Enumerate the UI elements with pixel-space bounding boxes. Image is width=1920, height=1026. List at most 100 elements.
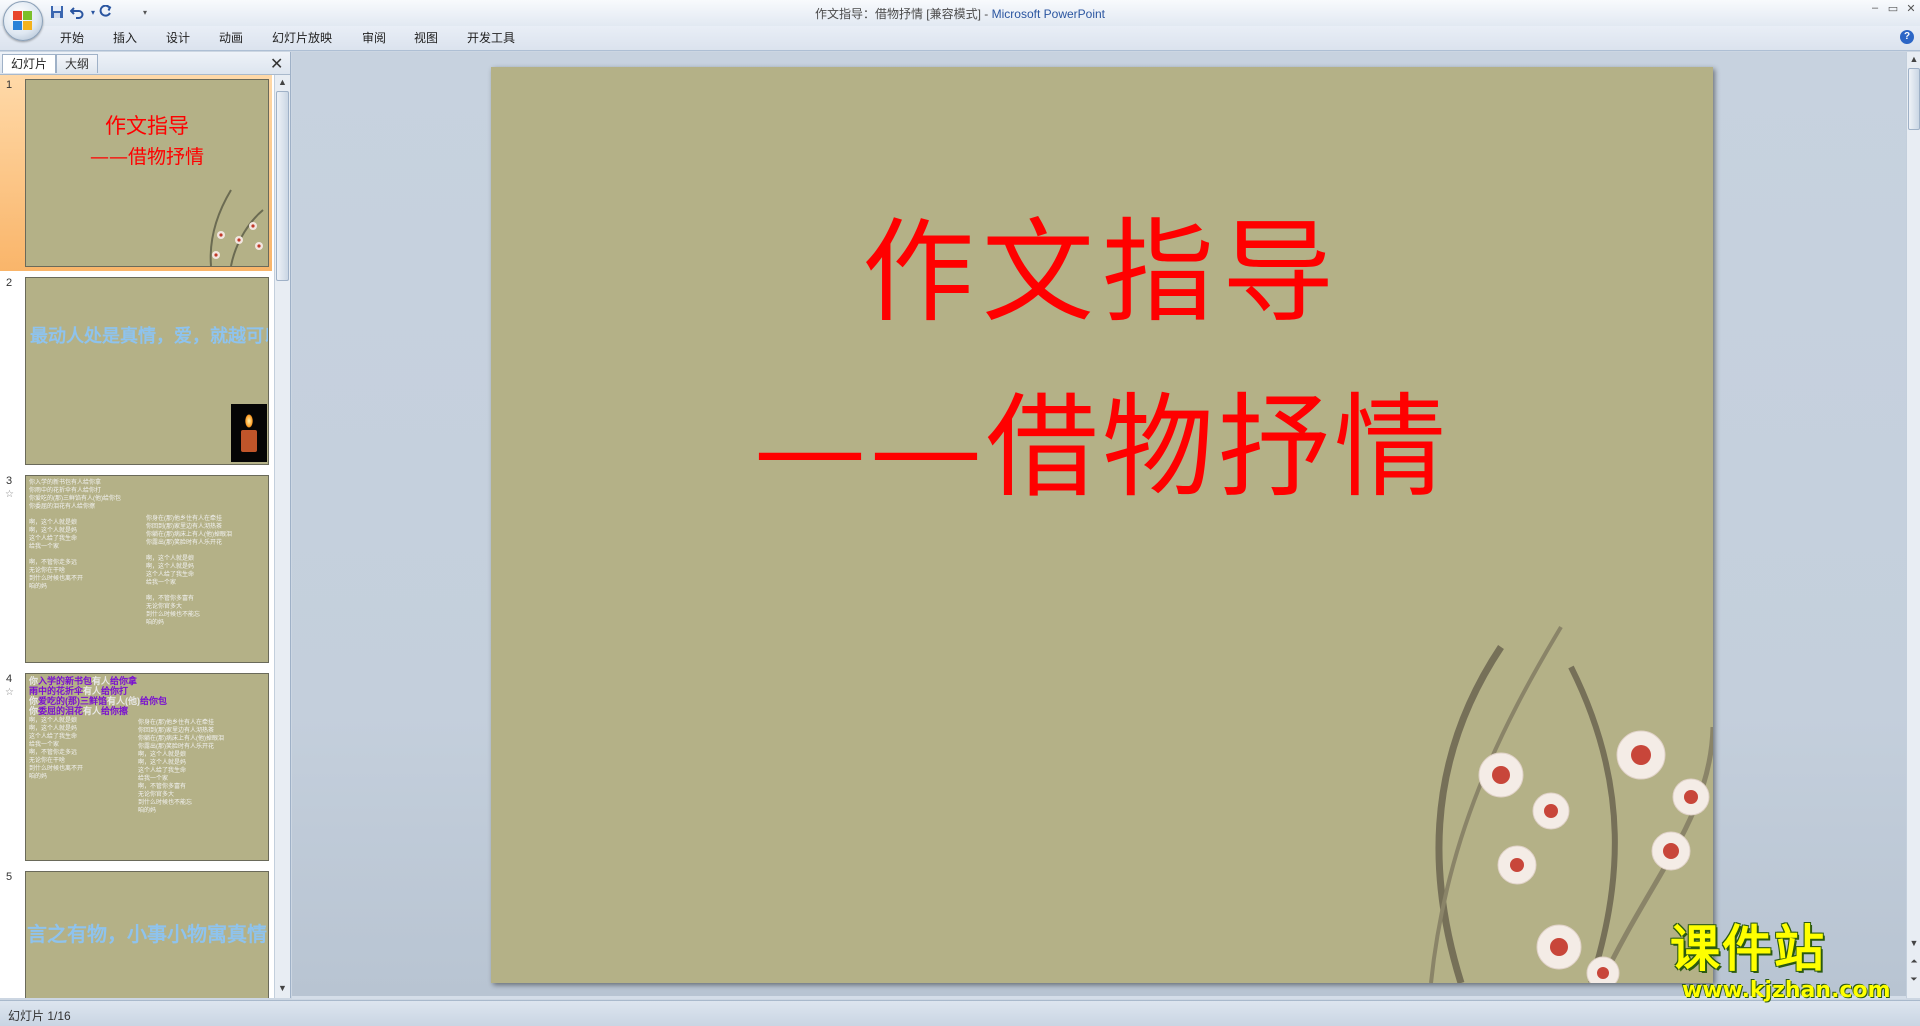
thumbnail-text-part: 有人 — [92, 676, 111, 686]
tab-slides[interactable]: 幻灯片 — [2, 54, 57, 73]
slide-canvas[interactable]: 作文指导 ——借物抒情 — [491, 67, 1713, 983]
blossom-decoration-icon — [209, 189, 264, 266]
tab-outline[interactable]: 大纲 — [56, 54, 99, 73]
thumbnail-line: 你露出(那)笑脸时有人乐开花 — [146, 540, 222, 546]
thumbnail-line: 你委屈的泪花有人给你擦 — [29, 504, 96, 510]
thumbnail-line: 无论你在干啥 — [29, 568, 66, 574]
tab-developer[interactable]: 开发工具 — [467, 29, 515, 46]
thumbnail-list: 1 作文指导 ——借物抒情 2 最动人处是真情，爱，就越可以常写常新。 — [0, 75, 272, 998]
scroll-down-icon[interactable]: ▼ — [275, 983, 290, 993]
thumbnail-text-part: 雨中的花折伞 — [29, 686, 84, 696]
scroll-up-icon[interactable]: ▲ — [275, 77, 290, 87]
animation-star-icon: ☆ — [5, 687, 14, 698]
thumbnail-highlight-line: 你委屈的泪花有人给你擦 — [29, 706, 128, 716]
thumbnail-line: 给我一个家 — [138, 776, 169, 782]
thumbnail-text-part: 你 — [29, 706, 39, 716]
slide-title[interactable]: 作文指导 — [491, 217, 1713, 329]
main-scrollbar[interactable]: ▲ ▼ ⏶ ⏷ — [1906, 52, 1920, 998]
thumbnail-row-5[interactable]: 5 言之有物，小事小物寓真情 — [0, 867, 272, 998]
thumbnail-line: 你身在(那)他乡住有人在牵挂 — [138, 720, 214, 726]
tab-slideshow[interactable]: 幻灯片放映 — [272, 29, 332, 46]
thumbnail-row-2[interactable]: 2 最动人处是真情，爱，就越可以常写常新。 — [0, 273, 272, 469]
thumbnail-text-part: 爱吃的(那)三鲜馅 — [38, 696, 108, 706]
thumbnail-text-part: 委屈的泪花 — [38, 706, 84, 716]
thumbnail-line: 你爱吃的(那)三鲜馅有人(他)给你包 — [29, 496, 121, 502]
panel-scrollbar[interactable]: ▲ ▼ — [274, 75, 290, 998]
thumbnail-highlight-line: 你入学的新书包有人给你拿 — [29, 676, 137, 686]
thumbnail-text-part: 有人 — [83, 706, 102, 716]
thumbnail-line: 你躺在(那)病床上有人(他)掉眼泪 — [138, 736, 224, 742]
thumbnail-line: 咱的妈 — [138, 808, 157, 814]
thumbnail-number: 3 — [6, 475, 13, 487]
thumbnail-line: 无论你官多大 — [138, 792, 175, 798]
thumbnail-line: 你身在(那)他乡住有人在牵挂 — [146, 516, 222, 522]
thumbnail-text-part: 给你打 — [101, 686, 129, 696]
thumbnail-text: 最动人处是真情，爱，就越可以常写常新。 — [30, 326, 268, 347]
tab-home[interactable]: 开始 — [60, 29, 84, 46]
office-logo-icon — [13, 11, 33, 31]
tab-animation[interactable]: 动画 — [219, 29, 243, 46]
watermark-url: www.kjzhan.com — [1682, 978, 1891, 1003]
horizontal-splitter[interactable] — [292, 996, 1906, 999]
slide-thumbnail-1[interactable]: 作文指导 ——借物抒情 — [25, 79, 269, 267]
tab-view[interactable]: 视图 — [414, 29, 438, 46]
thumbnail-line: 啊，不管你走多远 — [29, 560, 78, 566]
thumbnail-subtitle: ——借物抒情 — [89, 146, 204, 168]
thumbnail-line: 啊，这个人就是娘 — [29, 718, 78, 724]
thumbnail-line: 这个人给了我生命 — [29, 734, 78, 740]
thumbnail-line: 你入学的新书包有人给你拿 — [29, 480, 102, 486]
tab-design[interactable]: 设计 — [166, 29, 190, 46]
title-bar: ▾ ▾ 作文指导：借物抒情 [兼容模式] - Microsoft PowerPo… — [0, 0, 1920, 27]
close-button[interactable]: ✕ — [1902, 2, 1920, 18]
slide-thumbnail-4[interactable]: 你入学的新书包有人给你拿 雨中的花折伞有人给你打 你爱吃的(那)三鲜馅有人(他)给你… — [25, 673, 269, 861]
minimize-button[interactable]: – — [1866, 2, 1884, 18]
thumbnail-line: 到什么时候也离不开 — [29, 766, 84, 772]
thumbnail-line: 啊，这个人就是妈 — [29, 528, 78, 534]
slide-thumbnail-3[interactable]: 你入学的新书包有人给你拿 你雨中的花折伞有人给你打你爱吃的(那)三鲜馅有人(他)给… — [25, 475, 269, 663]
tab-review[interactable]: 审阅 — [362, 29, 386, 46]
thumbnail-number: 5 — [6, 871, 13, 883]
scrollbar-thumb[interactable] — [276, 91, 289, 281]
scrollbar-thumb[interactable] — [1908, 68, 1920, 130]
thumbnail-line: 你雨中的花折伞有人给你打 — [29, 488, 102, 494]
thumbnail-text-part: 你 — [29, 696, 39, 706]
thumbnail-text-part: 给你擦 — [101, 706, 129, 716]
slide-subtitle[interactable]: ——借物抒情 — [491, 392, 1713, 504]
document-title: 作文指导：借物抒情 [兼容模式] - — [814, 7, 992, 21]
thumbnail-line: 到什么时候也不能忘 — [146, 612, 201, 618]
slide-thumbnail-2[interactable]: 最动人处是真情，爱，就越可以常写常新。 — [25, 277, 269, 465]
thumbnail-text-part: 你 — [29, 676, 39, 686]
tab-insert[interactable]: 插入 — [113, 29, 137, 46]
panel-close-icon[interactable]: ✕ — [270, 54, 283, 74]
thumbnail-line: 给我一个家 — [29, 544, 60, 550]
thumbnail-row-1[interactable]: 1 作文指导 ——借物抒情 — [0, 75, 272, 271]
thumbnail-line: 咱的妈 — [29, 774, 48, 780]
panel-tabs: 幻灯片 大纲 ✕ — [0, 52, 290, 75]
thumbnail-number: 2 — [6, 277, 13, 289]
watermark-logo: 课件站 www.kjzhan.com — [1670, 924, 1910, 1004]
help-icon[interactable]: ? — [1900, 30, 1914, 44]
thumbnail-text-part: 给你拿 — [110, 676, 138, 686]
thumbnail-line: 咱的妈 — [146, 620, 165, 626]
thumbnail-row-3[interactable]: 3 ☆ 你入学的新书包有人给你拿 你雨中的花折伞有人给你打你爱吃的(那)三鲜馅有人… — [0, 471, 272, 667]
scroll-up-icon[interactable]: ▲ — [1907, 54, 1920, 64]
office-button[interactable] — [3, 1, 43, 41]
thumbnail-line: 给我一个家 — [146, 580, 177, 586]
thumbnail-text-part: 给你包 — [140, 696, 168, 706]
app-name: Microsoft PowerPoint — [991, 7, 1106, 21]
slide-thumbnail-5[interactable]: 言之有物，小事小物寓真情 — [25, 871, 269, 998]
thumbnail-line: 你露出(那)笑脸时有人乐开花 — [138, 744, 214, 750]
thumbnail-line: 啊，这个人就是娘 — [146, 556, 195, 562]
thumbnail-line: 啊，不管你走多远 — [29, 750, 78, 756]
animation-star-icon: ☆ — [5, 489, 14, 500]
thumbnail-highlight-line: 你爱吃的(那)三鲜馅有人(他)给你包 — [29, 696, 167, 706]
slide-counter: 幻灯片 1/16 — [8, 1009, 71, 1023]
restore-button[interactable]: ▭ — [1884, 2, 1902, 18]
thumbnail-line: 啊，这个人就是妈 — [138, 760, 187, 766]
thumbnail-text: 言之有物，小事小物寓真情 — [27, 922, 267, 946]
thumbnail-text-part: 入学的新书包 — [38, 676, 93, 686]
thumbnail-number: 4 — [6, 673, 13, 685]
thumbnail-row-4[interactable]: 4 ☆ 你入学的新书包有人给你拿 雨中的花折伞有人给你打 你爱吃的(那)三鲜馅有人(… — [0, 669, 272, 865]
thumbnail-line: 这个人给了我生命 — [29, 536, 78, 542]
thumbnail-title: 作文指导 — [105, 114, 189, 138]
